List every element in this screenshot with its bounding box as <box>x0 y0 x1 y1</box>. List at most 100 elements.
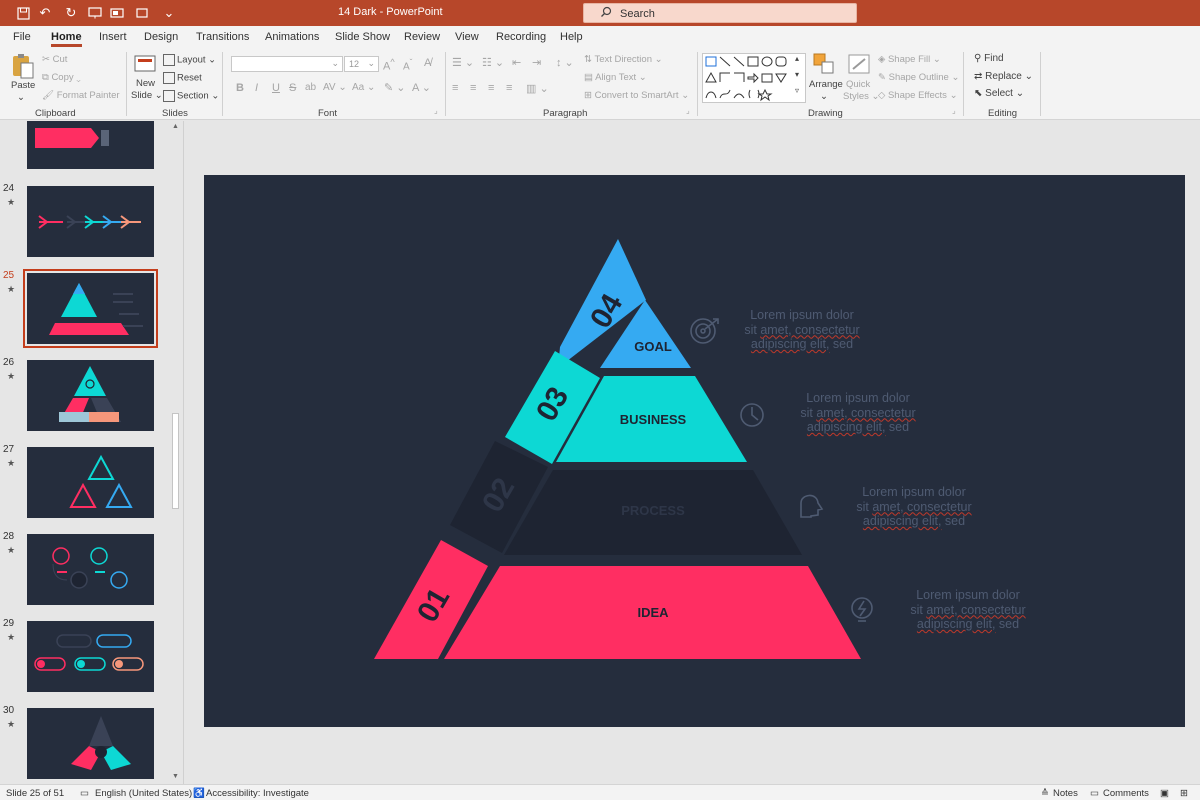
tab-slide-show[interactable]: Slide Show <box>335 31 390 43</box>
highlight-icon[interactable]: ✎ ⌄ <box>384 81 406 94</box>
arrange-icon[interactable] <box>812 52 838 78</box>
reset-button[interactable]: Reset <box>163 72 202 84</box>
save-icon[interactable] <box>14 4 32 22</box>
slide-thumbnail[interactable] <box>27 121 154 169</box>
slide-thumbnail-panel[interactable]: 24 ★ 25 ★ 26 ★ 27 ★ 28 ★ 29 ★ 30 ★ ▲ ▼ <box>0 121 184 784</box>
slide-thumbnail[interactable] <box>27 447 154 518</box>
scrollbar-thumb[interactable] <box>172 413 179 509</box>
font-color-icon[interactable]: A ⌄ <box>412 81 431 94</box>
font-name-combobox[interactable]: ⌄ <box>231 56 343 72</box>
bullets-icon[interactable]: ☰ ⌄ <box>452 56 474 69</box>
clear-formatting-icon[interactable]: A̸ <box>424 57 431 69</box>
format-painter-button[interactable]: 🖌 Format Painter <box>42 90 120 101</box>
slide-thumbnail[interactable] <box>27 360 154 431</box>
align-right-icon[interactable]: ≡ <box>488 82 494 94</box>
align-left-icon[interactable]: ≡ <box>452 82 458 94</box>
bold-icon[interactable]: B <box>236 82 244 94</box>
gallery-more-icon[interactable]: ▿ <box>795 86 799 95</box>
tab-view[interactable]: View <box>455 31 479 43</box>
tab-help[interactable]: Help <box>560 31 583 43</box>
tab-insert[interactable]: Insert <box>99 31 127 43</box>
gallery-scroll-down-icon[interactable]: ▾ <box>795 70 799 79</box>
arrange-button[interactable]: Arrange <box>809 79 843 90</box>
paste-icon[interactable] <box>10 52 36 79</box>
section-button[interactable]: Section ⌄ <box>163 90 219 102</box>
strikethrough-icon[interactable]: S <box>289 82 296 94</box>
slide-thumbnail[interactable] <box>27 534 154 605</box>
layout-button[interactable]: Layout ⌄ <box>163 54 216 66</box>
tab-review[interactable]: Review <box>404 31 440 43</box>
scroll-up-icon[interactable]: ▲ <box>172 123 179 130</box>
thumbnail-scrollbar[interactable]: ▲ ▼ <box>170 121 182 784</box>
slide-thumbnail[interactable] <box>27 621 154 692</box>
paste-button[interactable]: Paste <box>11 80 35 91</box>
comments-button[interactable]: Comments <box>1103 788 1149 799</box>
notes-button[interactable]: Notes <box>1053 788 1078 799</box>
slide-thumbnail[interactable] <box>27 708 154 779</box>
drawing-dialog-launcher-icon[interactable]: ⌟ <box>952 106 956 115</box>
convert-smartart-button[interactable]: ⊞ Convert to SmartArt ⌄ <box>584 90 689 101</box>
slide-thumbnail[interactable] <box>27 186 154 257</box>
decrease-indent-icon[interactable]: ⇤ <box>512 56 521 69</box>
tab-transitions[interactable]: Transitions <box>196 31 249 43</box>
increase-indent-icon[interactable]: ⇥ <box>532 56 541 69</box>
new-slide-label-1[interactable]: New <box>136 78 155 89</box>
pyramid-diagram[interactable]: 04 03 02 01 GOAL BUSINESS PROCESS IDEA <box>204 175 1185 727</box>
quick-styles-label-1[interactable]: Quick <box>846 79 870 90</box>
columns-icon[interactable]: ▥ ⌄ <box>526 82 549 95</box>
tab-animations[interactable]: Animations <box>265 31 319 43</box>
slide-show-icon[interactable] <box>108 4 126 22</box>
gallery-scroll-up-icon[interactable]: ▴ <box>795 54 799 63</box>
accessibility-icon[interactable]: ♿ <box>193 788 205 799</box>
tab-design[interactable]: Design <box>144 31 178 43</box>
cut-button[interactable]: ✂ Cut <box>42 54 67 65</box>
align-center-icon[interactable]: ≡ <box>470 82 476 94</box>
slide-canvas[interactable]: 04 03 02 01 GOAL BUSINESS PROCESS IDEA L… <box>204 175 1185 727</box>
tab-file[interactable]: File <box>13 31 31 43</box>
comments-icon[interactable]: ▭ <box>1090 788 1099 799</box>
underline-icon[interactable]: U <box>272 82 280 94</box>
replace-button[interactable]: ⇄ Replace ⌄ <box>974 71 1033 82</box>
numbering-icon[interactable]: ☷ ⌄ <box>482 56 504 69</box>
copy-button[interactable]: ⧉ Copy ⌄ <box>42 72 81 83</box>
accessibility-button[interactable]: Accessibility: Investigate <box>206 788 309 799</box>
proofing-icon[interactable]: ▭ <box>80 788 89 799</box>
increase-font-icon[interactable]: A^ <box>383 57 395 73</box>
shape-effects-button[interactable]: ◇ Shape Effects ⌄ <box>878 90 958 101</box>
normal-view-icon[interactable]: ▣ <box>1160 788 1169 799</box>
slide-thumbnail-selected[interactable] <box>23 269 158 348</box>
paste-dropdown-icon[interactable]: ⌄ <box>17 92 25 103</box>
justify-icon[interactable]: ≡ <box>506 82 512 94</box>
character-spacing-icon[interactable]: AV ⌄ <box>323 82 347 93</box>
find-button[interactable]: ⚲ Find <box>974 53 1004 64</box>
undo-icon[interactable]: ↶ <box>36 4 54 22</box>
shape-outline-button[interactable]: ✎ Shape Outline ⌄ <box>878 72 959 83</box>
text-direction-button[interactable]: ⇅ Text Direction ⌄ <box>584 54 663 65</box>
shape-fill-button[interactable]: ◈ Shape Fill ⌄ <box>878 54 941 65</box>
italic-icon[interactable]: I <box>255 82 258 94</box>
line-spacing-icon[interactable]: ↕ ⌄ <box>556 56 574 69</box>
arrange-dropdown-icon[interactable]: ⌄ <box>820 91 828 102</box>
text-shadow-icon[interactable]: ab <box>305 82 316 93</box>
new-slide-button[interactable]: Slide ⌄ <box>131 90 163 101</box>
paragraph-dialog-launcher-icon[interactable]: ⌟ <box>686 106 690 115</box>
scroll-down-icon[interactable]: ▼ <box>172 773 179 780</box>
tab-recording[interactable]: Recording <box>496 31 546 43</box>
shapes-gallery[interactable] <box>702 53 806 103</box>
change-case-icon[interactable]: Aa ⌄ <box>352 82 375 93</box>
slide-sorter-icon[interactable]: ⊞ <box>1180 788 1188 799</box>
language-button[interactable]: English (United States) <box>95 788 192 799</box>
quick-styles-icon[interactable] <box>847 52 873 78</box>
shape-icon[interactable] <box>134 4 152 22</box>
new-slide-icon[interactable] <box>133 52 159 78</box>
search-input[interactable]: Search <box>583 3 857 23</box>
tab-home[interactable]: Home <box>51 31 82 47</box>
font-dialog-launcher-icon[interactable]: ⌟ <box>434 106 438 115</box>
present-from-start-icon[interactable] <box>86 4 104 22</box>
decrease-font-icon[interactable]: Aˇ <box>403 57 412 72</box>
notes-icon[interactable]: ≙ <box>1041 788 1049 799</box>
font-size-combobox[interactable]: 12 ⌄ <box>344 56 379 72</box>
redo-icon[interactable]: ↻ <box>62 4 80 22</box>
quick-styles-button[interactable]: Styles ⌄ <box>843 91 879 102</box>
customize-toolbar-icon[interactable]: ⌄ <box>160 4 178 22</box>
